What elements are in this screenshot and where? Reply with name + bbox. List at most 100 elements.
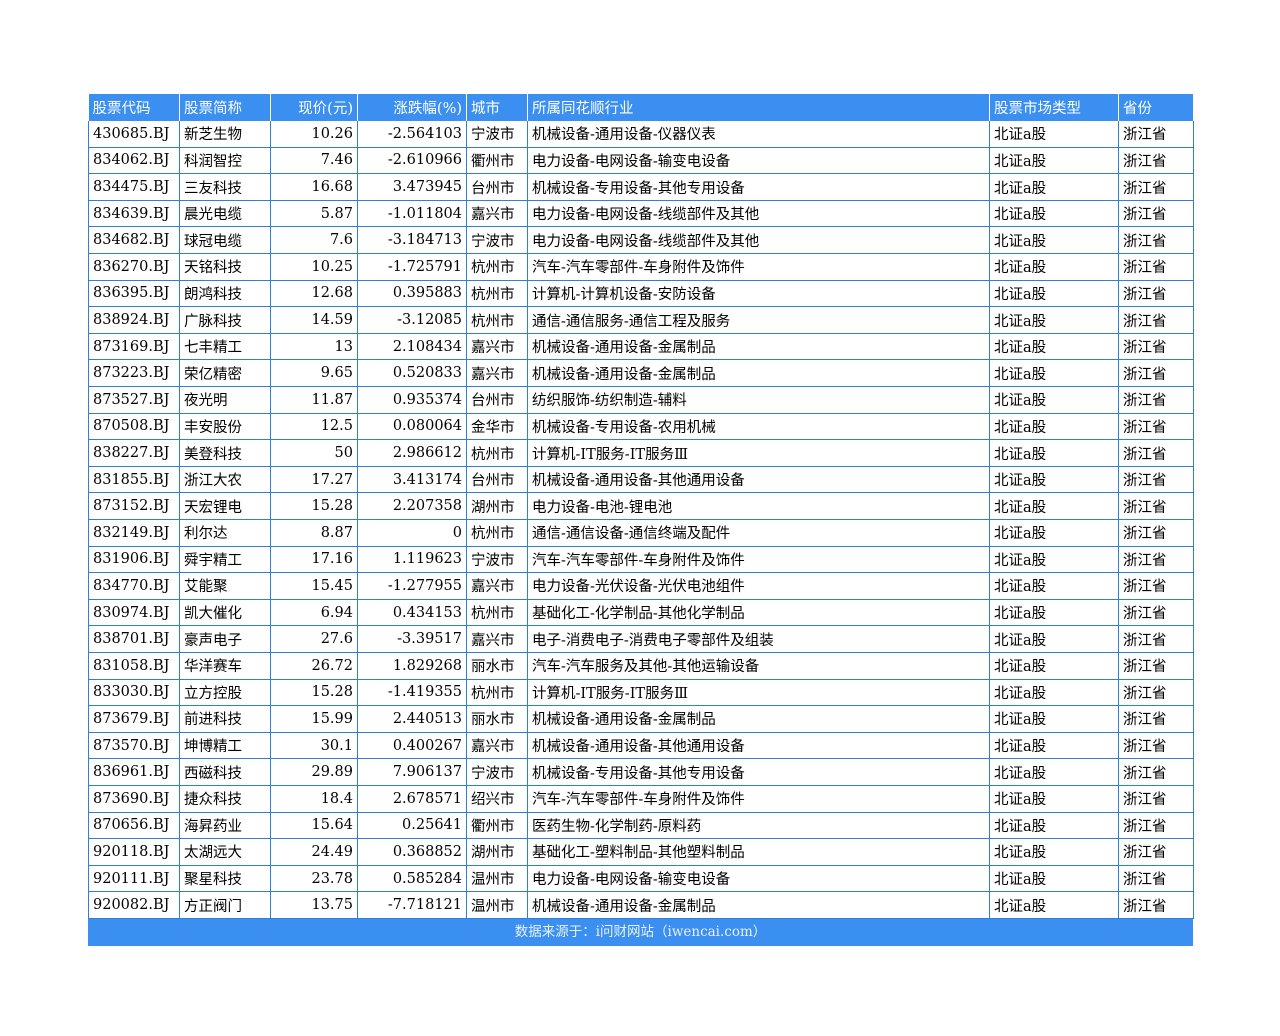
city-cell[interactable]: 丽水市: [466, 705, 528, 733]
city-cell[interactable]: 杭州市: [466, 519, 528, 547]
industry-cell[interactable]: 机械设备-通用设备-金属制品: [527, 891, 990, 919]
stock-code-cell[interactable]: 920111.BJ: [88, 865, 180, 893]
price-cell[interactable]: 15.28: [270, 679, 358, 707]
stock-code-cell[interactable]: 873527.BJ: [88, 386, 180, 414]
table-row[interactable]: 831855.BJ 浙江大农 17.27 3.413174 台州市 机械设备-通用设备-其…: [88, 466, 1194, 494]
table-row[interactable]: 873223.BJ 荣亿精密 9.65 0.520833 嘉兴市 机械设备-通用设备-金属…: [88, 359, 1194, 388]
city-cell[interactable]: 台州市: [466, 173, 528, 201]
stock-code-cell[interactable]: 830974.BJ: [88, 599, 180, 627]
price-cell[interactable]: 11.87: [270, 386, 358, 414]
table-row[interactable]: 873690.BJ 捷众科技 18.4 2.678571 绍兴市 汽车-汽车零部件-车身附…: [88, 785, 1194, 813]
table-row[interactable]: 831058.BJ 华洋赛车 26.72 1.829268 丽水市 汽车-汽车服务及其他-…: [88, 652, 1194, 680]
province-cell[interactable]: 浙江省: [1118, 546, 1194, 574]
stock-code-cell[interactable]: 834475.BJ: [88, 173, 180, 201]
change-pct-cell[interactable]: 0: [357, 519, 467, 547]
province-cell[interactable]: 浙江省: [1118, 200, 1194, 228]
change-pct-cell[interactable]: -1.419355: [357, 679, 467, 707]
city-cell[interactable]: 宁波市: [466, 546, 528, 574]
change-pct-cell[interactable]: 7.906137: [357, 758, 467, 786]
industry-cell[interactable]: 机械设备-专用设备-其他专用设备: [527, 173, 990, 201]
stock-name-cell[interactable]: 科润智控: [179, 147, 271, 175]
market-type-cell[interactable]: 北证a股: [989, 812, 1119, 840]
table-row[interactable]: 836961.BJ 西磁科技 29.89 7.906137 宁波市 机械设备-专用设备-其…: [88, 758, 1194, 786]
city-cell[interactable]: 温州市: [466, 891, 528, 919]
change-pct-cell[interactable]: 0.395883: [357, 280, 467, 308]
stock-code-cell[interactable]: 836395.BJ: [88, 280, 180, 308]
industry-cell[interactable]: 机械设备-专用设备-农用机械: [527, 413, 990, 441]
industry-cell[interactable]: 机械设备-通用设备-金属制品: [527, 705, 990, 733]
change-pct-cell[interactable]: 0.520833: [357, 359, 467, 388]
change-pct-cell[interactable]: 2.108434: [357, 333, 467, 361]
stock-name-cell[interactable]: 广脉科技: [179, 306, 271, 334]
stock-code-cell[interactable]: 834682.BJ: [88, 226, 180, 255]
price-cell[interactable]: 17.16: [270, 546, 358, 574]
province-cell[interactable]: 浙江省: [1118, 253, 1194, 281]
price-cell[interactable]: 24.49: [270, 838, 358, 866]
table-row[interactable]: 831906.BJ 舜宇精工 17.16 1.119623 宁波市 汽车-汽车零部件-车身…: [88, 546, 1194, 574]
col-header-city[interactable]: 城市: [466, 94, 528, 121]
price-cell[interactable]: 5.87: [270, 200, 358, 228]
industry-cell[interactable]: 电子-消费电子-消费电子零部件及组装: [527, 625, 990, 653]
city-cell[interactable]: 杭州市: [466, 306, 528, 334]
market-type-cell[interactable]: 北证a股: [989, 253, 1119, 281]
price-cell[interactable]: 15.64: [270, 812, 358, 840]
market-type-cell[interactable]: 北证a股: [989, 333, 1119, 361]
change-pct-cell[interactable]: 2.986612: [357, 439, 467, 467]
table-row[interactable]: 873152.BJ 天宏锂电 15.28 2.207358 湖州市 电力设备-电池-锂电池…: [88, 492, 1194, 520]
change-pct-cell[interactable]: -3.39517: [357, 625, 467, 653]
province-cell[interactable]: 浙江省: [1118, 572, 1194, 600]
market-type-cell[interactable]: 北证a股: [989, 891, 1119, 919]
industry-cell[interactable]: 汽车-汽车服务及其他-其他运输设备: [527, 652, 990, 680]
table-row[interactable]: 833030.BJ 立方控股 15.28 -1.419355 杭州市 计算机-IT服务-I…: [88, 679, 1194, 707]
stock-name-cell[interactable]: 三友科技: [179, 173, 271, 201]
market-type-cell[interactable]: 北证a股: [989, 120, 1119, 148]
stock-code-cell[interactable]: 831058.BJ: [88, 652, 180, 680]
industry-cell[interactable]: 汽车-汽车零部件-车身附件及饰件: [527, 785, 990, 813]
price-cell[interactable]: 9.65: [270, 359, 358, 388]
industry-cell[interactable]: 电力设备-电网设备-输变电设备: [527, 865, 990, 893]
col-header-change[interactable]: 涨跌幅(%): [357, 94, 467, 121]
change-pct-cell[interactable]: 3.473945: [357, 173, 467, 201]
stock-name-cell[interactable]: 美登科技: [179, 439, 271, 467]
stock-name-cell[interactable]: 丰安股份: [179, 413, 271, 441]
city-cell[interactable]: 杭州市: [466, 679, 528, 707]
stock-code-cell[interactable]: 831906.BJ: [88, 546, 180, 574]
table-row[interactable]: 920111.BJ 聚星科技 23.78 0.585284 温州市 电力设备-电网设备-输…: [88, 865, 1194, 893]
stock-code-cell[interactable]: 870656.BJ: [88, 812, 180, 840]
price-cell[interactable]: 30.1: [270, 732, 358, 760]
table-row[interactable]: 870508.BJ 丰安股份 12.5 0.080064 金华市 机械设备-专用设备-农用…: [88, 413, 1194, 441]
stock-code-cell[interactable]: 873570.BJ: [88, 732, 180, 760]
industry-cell[interactable]: 机械设备-通用设备-金属制品: [527, 333, 990, 361]
province-cell[interactable]: 浙江省: [1118, 466, 1194, 494]
stock-name-cell[interactable]: 方正阀门: [179, 891, 271, 919]
market-type-cell[interactable]: 北证a股: [989, 679, 1119, 707]
city-cell[interactable]: 嘉兴市: [466, 572, 528, 600]
table-row[interactable]: 832149.BJ 利尔达 8.87 0 杭州市 通信-通信设备-通信终端及配件 北证a股浙…: [88, 519, 1194, 547]
stock-code-cell[interactable]: 831855.BJ: [88, 466, 180, 494]
change-pct-cell[interactable]: 0.25641: [357, 812, 467, 840]
stock-code-cell[interactable]: 838701.BJ: [88, 625, 180, 653]
table-row[interactable]: 836395.BJ 朗鸿科技 12.68 0.395883 杭州市 计算机-计算机设备-安…: [88, 280, 1194, 308]
province-cell[interactable]: 浙江省: [1118, 280, 1194, 308]
city-cell[interactable]: 湖州市: [466, 492, 528, 520]
change-pct-cell[interactable]: 2.207358: [357, 492, 467, 520]
stock-name-cell[interactable]: 坤博精工: [179, 732, 271, 760]
industry-cell[interactable]: 电力设备-电网设备-线缆部件及其他: [527, 226, 990, 255]
province-cell[interactable]: 浙江省: [1118, 333, 1194, 361]
col-header-name[interactable]: 股票简称: [179, 94, 271, 121]
stock-code-cell[interactable]: 834770.BJ: [88, 572, 180, 600]
province-cell[interactable]: 浙江省: [1118, 519, 1194, 547]
city-cell[interactable]: 湖州市: [466, 838, 528, 866]
change-pct-cell[interactable]: -1.277955: [357, 572, 467, 600]
stock-name-cell[interactable]: 夜光明: [179, 386, 271, 414]
stock-code-cell[interactable]: 834062.BJ: [88, 147, 180, 175]
industry-cell[interactable]: 计算机-IT服务-IT服务Ⅲ: [527, 439, 990, 467]
change-pct-cell[interactable]: 0.368852: [357, 838, 467, 866]
price-cell[interactable]: 29.89: [270, 758, 358, 786]
change-pct-cell[interactable]: -3.184713: [357, 226, 467, 255]
price-cell[interactable]: 12.5: [270, 413, 358, 441]
market-type-cell[interactable]: 北证a股: [989, 200, 1119, 228]
stock-name-cell[interactable]: 七丰精工: [179, 333, 271, 361]
price-cell[interactable]: 27.6: [270, 625, 358, 653]
stock-code-cell[interactable]: 873169.BJ: [88, 333, 180, 361]
